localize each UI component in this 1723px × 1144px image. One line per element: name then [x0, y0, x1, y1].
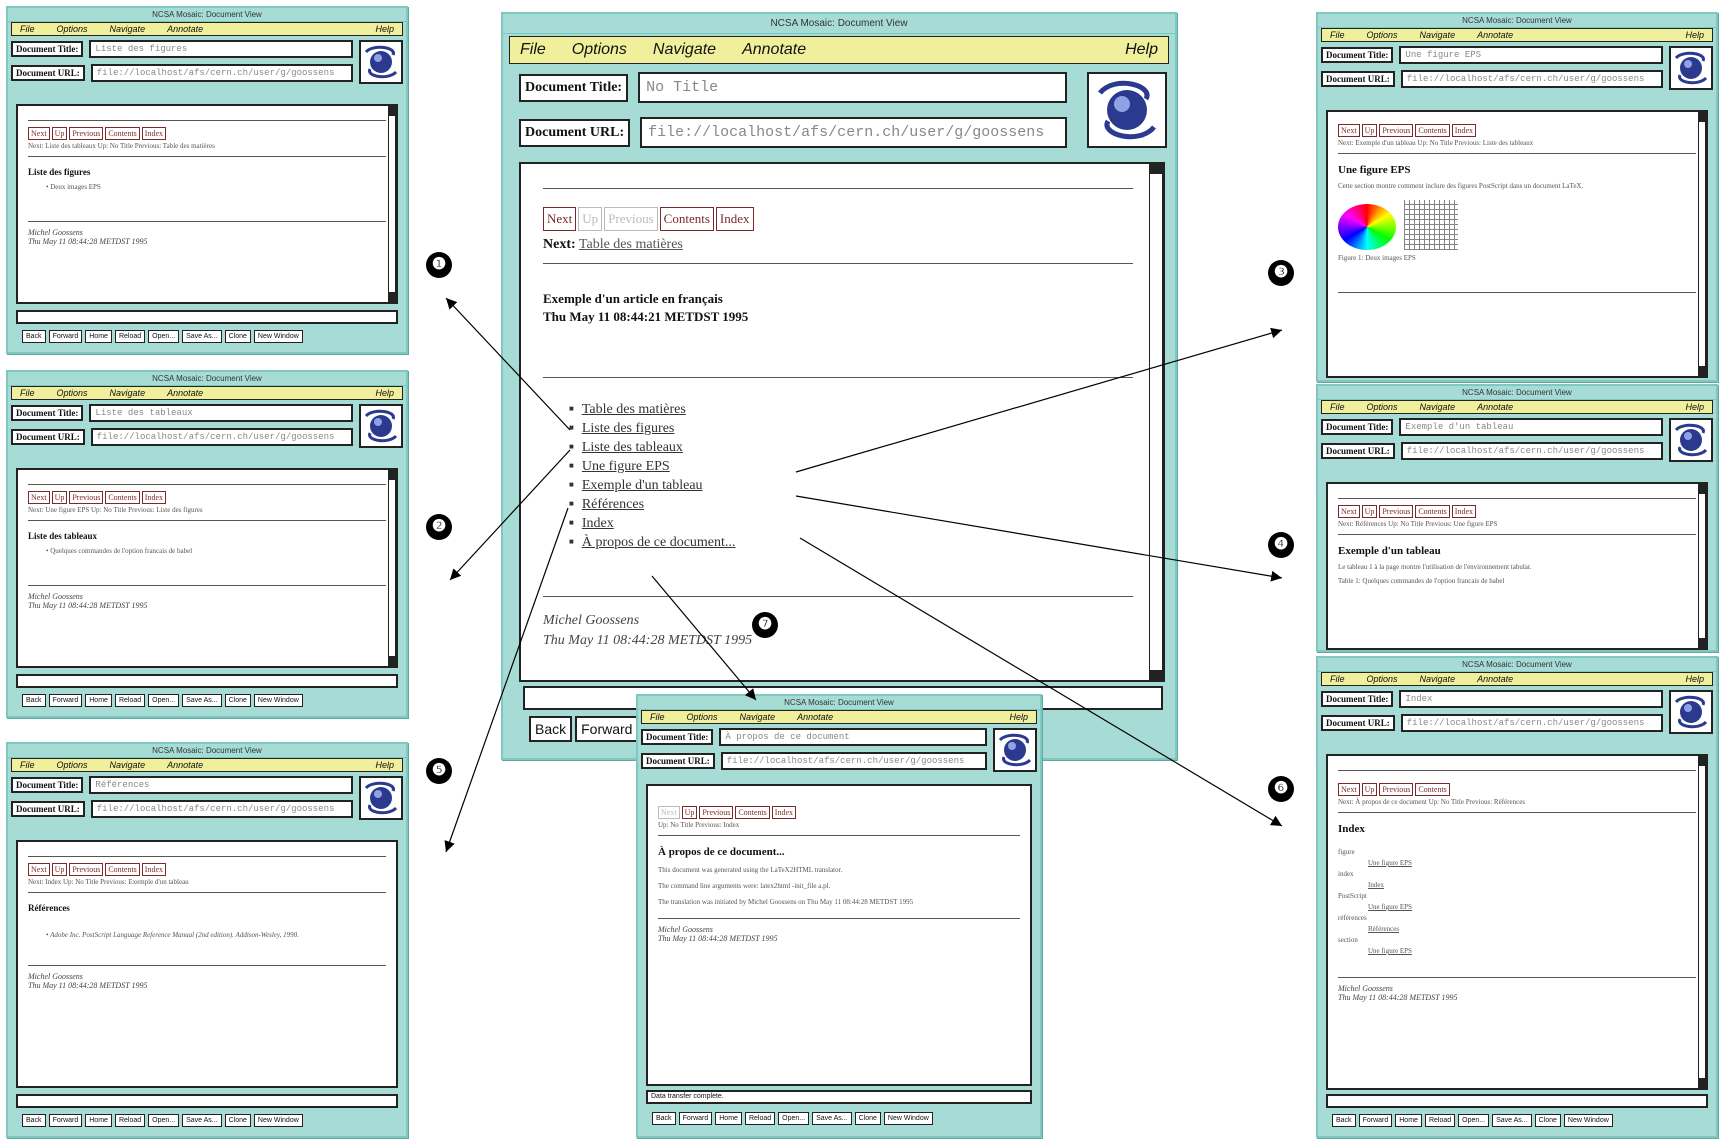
callout-4: ❹ — [1268, 532, 1294, 558]
arrow-7 — [651, 575, 757, 701]
callout-7: ❼ — [752, 612, 778, 638]
arrow-4 — [795, 495, 1283, 582]
callout-5: ❺ — [426, 758, 452, 784]
arrow-2 — [449, 449, 571, 581]
arrow-6 — [799, 537, 1283, 827]
callout-1: ❶ — [426, 252, 452, 278]
callout-2: ❷ — [426, 514, 452, 540]
callout-6: ❻ — [1268, 776, 1294, 802]
link-arrows — [444, 297, 1283, 853]
arrow-5 — [444, 507, 569, 853]
arrow-1 — [445, 297, 571, 431]
callout-3: ❸ — [1268, 260, 1294, 286]
arrow-3 — [795, 327, 1283, 473]
